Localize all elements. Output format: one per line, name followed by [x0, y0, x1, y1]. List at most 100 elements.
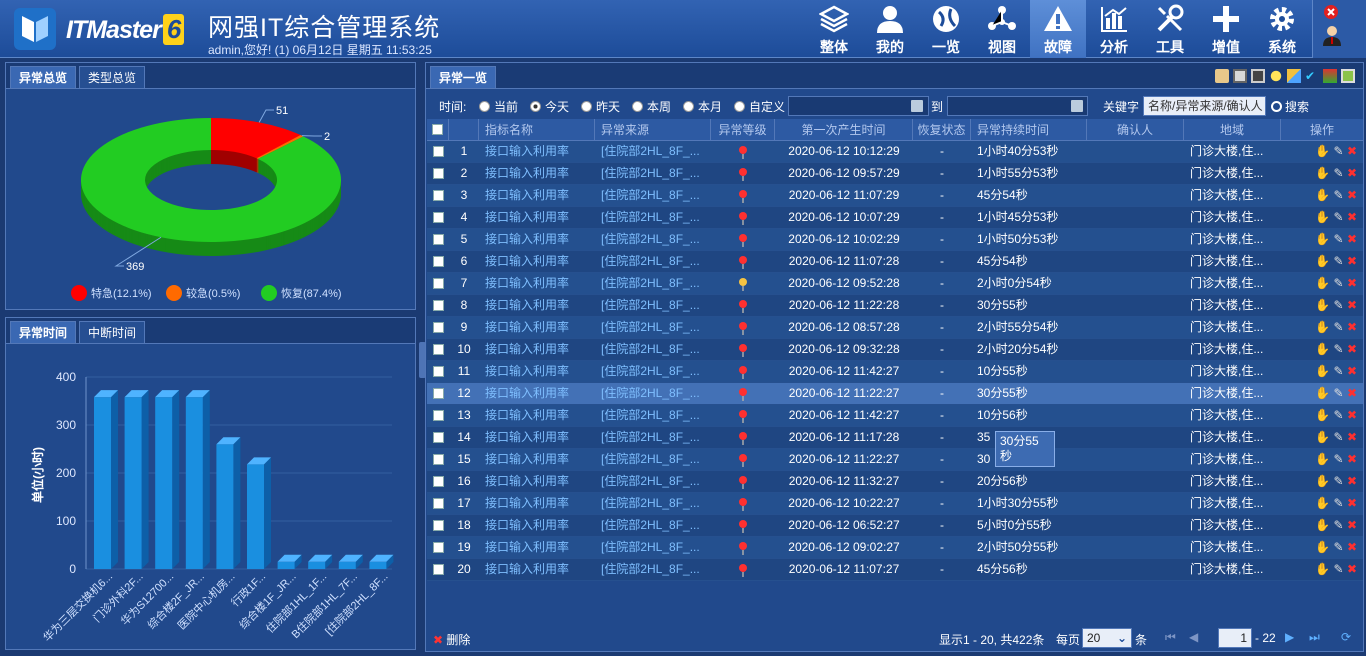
- bar-4[interactable]: [216, 444, 234, 569]
- erase-icon[interactable]: ✎: [1334, 430, 1344, 444]
- nav-view[interactable]: 视图: [974, 0, 1030, 58]
- table-row[interactable]: 11 接口输入利用率 [住院部2HL_8F_... 2020-06-12 11:42:…: [427, 361, 1363, 383]
- legend-label-1[interactable]: 较急(0.5%): [186, 286, 240, 300]
- source-link[interactable]: [住院部2HL_8F_...: [595, 207, 711, 228]
- table-row[interactable]: 7 接口输入利用率 [住院部2HL_8F_... 2020-06-12 09:52:2…: [427, 273, 1363, 295]
- delete-icon[interactable]: ✖: [1347, 540, 1357, 554]
- erase-icon[interactable]: ✎: [1334, 298, 1344, 312]
- nav-system[interactable]: 系统: [1254, 0, 1310, 58]
- tab-type-overview[interactable]: 类型总览: [79, 66, 146, 88]
- metric-name-link[interactable]: 接口输入利用率: [479, 317, 595, 338]
- metric-name-link[interactable]: 接口输入利用率: [479, 185, 595, 206]
- row-checkbox[interactable]: [427, 163, 449, 184]
- select-all-checkbox[interactable]: [427, 119, 449, 140]
- nav-analysis[interactable]: 分析: [1086, 0, 1142, 58]
- col-recover-state[interactable]: 恢复状态: [913, 119, 971, 140]
- erase-icon[interactable]: ✎: [1334, 408, 1344, 422]
- row-checkbox[interactable]: [427, 537, 449, 558]
- per-page-select[interactable]: 20 ⌄: [1082, 628, 1132, 648]
- user-avatar-icon[interactable]: [1321, 24, 1343, 46]
- source-link[interactable]: [住院部2HL_8F_...: [595, 537, 711, 558]
- hand-icon[interactable]: ✋: [1315, 452, 1330, 466]
- row-checkbox[interactable]: [427, 493, 449, 514]
- alert-badge-icon[interactable]: [1323, 4, 1339, 20]
- bar-7[interactable]: [308, 561, 326, 569]
- erase-icon[interactable]: ✎: [1334, 452, 1344, 466]
- metric-name-link[interactable]: 接口输入利用率: [479, 449, 595, 470]
- row-checkbox[interactable]: [427, 273, 449, 294]
- source-link[interactable]: [住院部2HL_8F_...: [595, 273, 711, 294]
- legend-label-2[interactable]: 恢复(87.4%): [281, 286, 342, 300]
- source-link[interactable]: [住院部2HL_8F_...: [595, 493, 711, 514]
- hand-icon[interactable]: ✋: [1315, 342, 1330, 356]
- row-checkbox[interactable]: [427, 295, 449, 316]
- source-link[interactable]: [住院部2HL_8F_...: [595, 449, 711, 470]
- row-checkbox[interactable]: [427, 207, 449, 228]
- keyword-input[interactable]: 名称/异常来源/确认人: [1143, 96, 1266, 116]
- source-link[interactable]: [住院部2HL_8F_...: [595, 361, 711, 382]
- metric-name-link[interactable]: 接口输入利用率: [479, 471, 595, 492]
- bar-1[interactable]: [124, 397, 142, 569]
- delete-icon[interactable]: ✖: [1347, 364, 1357, 378]
- hand-icon[interactable]: ✋: [1315, 144, 1330, 158]
- table-row[interactable]: 14 接口输入利用率 [住院部2HL_8F_... 2020-06-12 11:17:…: [427, 427, 1363, 449]
- nav-value-added[interactable]: 增值: [1198, 0, 1254, 58]
- erase-icon[interactable]: ✎: [1334, 144, 1344, 158]
- row-checkbox[interactable]: [427, 471, 449, 492]
- legend-label-0[interactable]: 特急(12.1%): [91, 286, 152, 300]
- hand-icon[interactable]: ✋: [1315, 386, 1330, 400]
- table-row[interactable]: 12 接口输入利用率 [住院部2HL_8F_... 2020-06-12 11:22:…: [427, 383, 1363, 405]
- erase-icon[interactable]: ✎: [1334, 386, 1344, 400]
- metric-name-link[interactable]: 接口输入利用率: [479, 493, 595, 514]
- metric-name-link[interactable]: 接口输入利用率: [479, 361, 595, 382]
- edit-icon[interactable]: [1287, 69, 1301, 83]
- tab-anomaly-overview[interactable]: 异常总览: [10, 66, 77, 88]
- nav-mine[interactable]: 我的: [862, 0, 918, 58]
- table-row[interactable]: 4 接口输入利用率 [住院部2HL_8F_... 2020-06-12 10:07:2…: [427, 207, 1363, 229]
- erase-icon[interactable]: ✎: [1334, 166, 1344, 180]
- start-date-input[interactable]: [788, 96, 929, 116]
- bar-3[interactable]: [185, 397, 203, 569]
- metric-name-link[interactable]: 接口输入利用率: [479, 163, 595, 184]
- radio-this-month[interactable]: 本月: [683, 98, 722, 115]
- erase-icon[interactable]: ✎: [1334, 496, 1344, 510]
- table-row[interactable]: 19 接口输入利用率 [住院部2HL_8F_... 2020-06-12 09:02:…: [427, 537, 1363, 559]
- delete-icon[interactable]: ✖: [1347, 496, 1357, 510]
- tab-anomaly-time[interactable]: 异常时间: [10, 321, 77, 343]
- source-link[interactable]: [住院部2HL_8F_...: [595, 515, 711, 536]
- source-link[interactable]: [住院部2HL_8F_...: [595, 185, 711, 206]
- row-checkbox[interactable]: [427, 339, 449, 360]
- page-input[interactable]: 1: [1218, 628, 1252, 648]
- delete-icon[interactable]: ✖: [1347, 210, 1357, 224]
- legend-swatch-0[interactable]: [71, 285, 87, 301]
- nav-overview[interactable]: 一览: [918, 0, 974, 58]
- table-row[interactable]: 20 接口输入利用率 [住院部2HL_8F_... 2020-06-12 11:07:…: [427, 559, 1363, 581]
- table-row[interactable]: 2 接口输入利用率 [住院部2HL_8F_... 2020-06-12 09:57:2…: [427, 163, 1363, 185]
- check-icon[interactable]: ✔: [1305, 69, 1319, 83]
- erase-icon[interactable]: ✎: [1334, 254, 1344, 268]
- table-row[interactable]: 15 接口输入利用率 [住院部2HL_8F_... 2020-06-12 11:22:…: [427, 449, 1363, 471]
- delete-icon[interactable]: ✖: [1347, 232, 1357, 246]
- source-link[interactable]: [住院部2HL_8F_...: [595, 383, 711, 404]
- table-row[interactable]: 3 接口输入利用率 [住院部2HL_8F_... 2020-06-12 11:07:2…: [427, 185, 1363, 207]
- hand-icon[interactable]: ✋: [1315, 320, 1330, 334]
- nav-fault[interactable]: 故障: [1030, 0, 1086, 58]
- row-checkbox[interactable]: [427, 427, 449, 448]
- legend-swatch-2[interactable]: [261, 285, 277, 301]
- delete-icon[interactable]: ✖: [1347, 276, 1357, 290]
- delete-icon[interactable]: ✖: [1347, 320, 1357, 334]
- bulb-icon[interactable]: [1269, 69, 1283, 83]
- delete-icon[interactable]: ✖: [1347, 430, 1357, 444]
- col-source[interactable]: 异常来源: [595, 119, 711, 140]
- last-page-icon[interactable]: ⏭: [1309, 630, 1320, 645]
- hand-icon[interactable]: ✋: [1315, 364, 1330, 378]
- metric-name-link[interactable]: 接口输入利用率: [479, 141, 595, 162]
- legend-swatch-1[interactable]: [166, 285, 182, 301]
- erase-icon[interactable]: ✎: [1334, 364, 1344, 378]
- row-checkbox[interactable]: [427, 405, 449, 426]
- bar-2[interactable]: [155, 397, 173, 569]
- table-row[interactable]: 17 接口输入利用率 [住院部2HL_8F_... 2020-06-12 10:22:…: [427, 493, 1363, 515]
- metric-name-link[interactable]: 接口输入利用率: [479, 273, 595, 294]
- hand-icon[interactable]: ✋: [1315, 540, 1330, 554]
- metric-name-link[interactable]: 接口输入利用率: [479, 229, 595, 250]
